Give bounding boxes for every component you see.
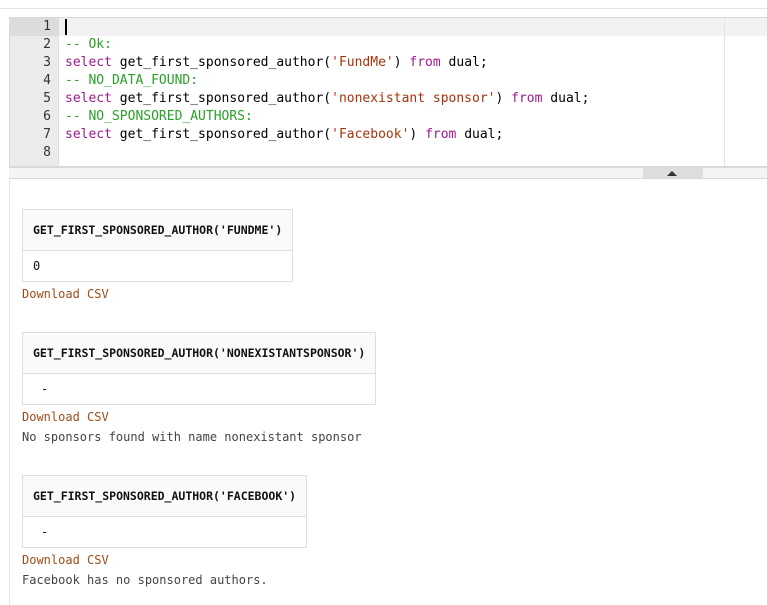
code-line[interactable]	[65, 18, 589, 36]
result-table: GET_FIRST_SPONSORED_AUTHOR('FACEBOOK') -	[21, 475, 308, 548]
column-header: GET_FIRST_SPONSORED_AUTHOR('FACEBOOK')	[21, 475, 308, 517]
code-token: 'FundMe'	[331, 55, 394, 70]
top-divider	[0, 8, 767, 9]
code-token: dual;	[542, 91, 590, 106]
code-token: )	[495, 91, 512, 106]
line-number: 7	[43, 127, 51, 142]
code-line[interactable]: -- Ok:	[65, 36, 589, 54]
download-csv-link[interactable]: Download CSV	[22, 410, 376, 425]
line-number: 1	[10, 18, 58, 36]
result-cell: -	[21, 373, 377, 405]
download-csv-link[interactable]: Download CSV	[22, 553, 307, 568]
code-token: dual;	[456, 127, 504, 142]
code-line[interactable]: -- NO_SPONSORED_AUTHORS:	[65, 108, 589, 126]
result-table: GET_FIRST_SPONSORED_AUTHOR('FUNDME') 0	[21, 209, 294, 282]
code-line[interactable]	[65, 144, 589, 162]
code-token: select	[65, 55, 112, 70]
results-left-border	[9, 179, 10, 605]
code-token: get_first_sponsored_author(	[111, 91, 332, 106]
sql-editor[interactable]: 12 3 4 5 6 7 8 -- Ok: select get_first_sponsore…	[9, 17, 767, 167]
result-cell: -	[21, 516, 308, 548]
code-token: -- NO_DATA_FOUND:	[65, 73, 199, 88]
code-token: 'Facebook'	[331, 127, 410, 142]
code-token: from	[409, 55, 441, 70]
line-number: 4	[43, 73, 51, 88]
column-header: GET_FIRST_SPONSORED_AUTHOR('NONEXISTANTS…	[21, 332, 377, 374]
dbms-output-message: No sponsors found with name nonexistant …	[22, 430, 362, 444]
code-line[interactable]: select get_first_sponsored_author('FundM…	[65, 54, 589, 72]
code-token: get_first_sponsored_author(	[111, 127, 332, 142]
code-token: from	[425, 127, 457, 142]
code-token: )	[393, 55, 410, 70]
code-token: select	[65, 91, 112, 106]
code-token: dual;	[440, 55, 488, 70]
result-block-facebook: GET_FIRST_SPONSORED_AUTHOR('FACEBOOK') -…	[21, 475, 308, 588]
line-number-gutter: 12 3 4 5 6 7 8	[10, 18, 59, 166]
print-margin	[724, 18, 725, 166]
code-token: from	[511, 91, 543, 106]
line-number: 5	[43, 91, 51, 106]
chevron-up-icon	[667, 171, 677, 176]
line-number: 2	[43, 37, 51, 52]
collapse-editor-button[interactable]	[643, 168, 703, 178]
code-token: )	[409, 127, 426, 142]
code-line[interactable]: select get_first_sponsored_author('Faceb…	[65, 126, 589, 144]
dbms-output-message: Facebook has no sponsored authors.	[22, 573, 268, 587]
result-block-nonexistant: GET_FIRST_SPONSORED_AUTHOR('NONEXISTANTS…	[21, 332, 377, 445]
result-cell: 0	[21, 250, 294, 282]
download-csv-link[interactable]: Download CSV	[22, 287, 293, 302]
editor-resize-splitter[interactable]	[9, 167, 767, 179]
code-token: select	[65, 127, 112, 142]
column-header: GET_FIRST_SPONSORED_AUTHOR('FUNDME')	[21, 209, 294, 251]
line-number: 8	[43, 145, 51, 160]
text-cursor	[65, 18, 67, 35]
code-token: get_first_sponsored_author(	[111, 55, 332, 70]
code-token: -- NO_SPONSORED_AUTHORS:	[65, 109, 253, 124]
line-number: 6	[43, 109, 51, 124]
code-token: -- Ok:	[65, 37, 112, 52]
line-number: 3	[43, 55, 51, 70]
result-block-fundme: GET_FIRST_SPONSORED_AUTHOR('FUNDME') 0 D…	[21, 209, 294, 302]
result-table: GET_FIRST_SPONSORED_AUTHOR('NONEXISTANTS…	[21, 332, 377, 405]
code-token: 'nonexistant sponsor'	[331, 91, 496, 106]
code-line[interactable]: -- NO_DATA_FOUND:	[65, 72, 589, 90]
code-area[interactable]: -- Ok: select get_first_sponsored_author(…	[65, 18, 589, 162]
code-line[interactable]: select get_first_sponsored_author('nonex…	[65, 90, 589, 108]
